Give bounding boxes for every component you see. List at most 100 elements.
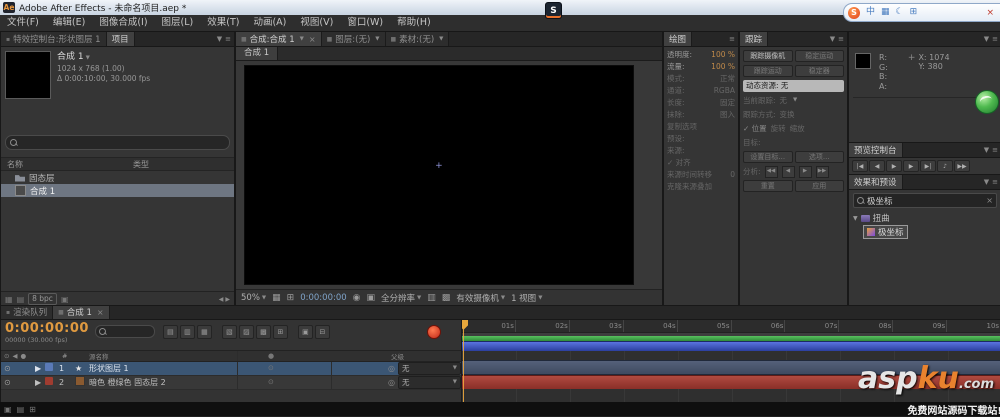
collapse-transforms-icon[interactable]: ⊟ <box>314 324 330 339</box>
effects-search-input[interactable]: 极坐标 × <box>853 193 997 208</box>
layer-color-chip[interactable] <box>45 377 53 386</box>
paint-property-row[interactable]: 长度: 固定 <box>664 97 738 109</box>
eye-icon[interactable]: ⊙ <box>4 364 11 373</box>
paint-property-row[interactable]: 来源: <box>664 145 738 157</box>
menu-item[interactable]: 图像合成(I) <box>92 15 154 31</box>
ime-logo-icon[interactable]: S <box>848 6 860 19</box>
resolution-select[interactable]: 全分辨率 ▼ <box>381 292 421 304</box>
table-row[interactable]: ⊙ ▶ 1 ★ 形状图层 1 ⊙ ◎ 无 ▼ <box>1 361 461 376</box>
current-time-display[interactable]: 0:00:00:00 <box>5 321 89 336</box>
column-type[interactable]: 类型 <box>133 159 149 170</box>
column-name[interactable]: 名称 <box>7 159 23 170</box>
panel-menu-icon[interactable]: ≡ <box>992 178 998 186</box>
panel-menu-icon[interactable]: ≡ <box>992 146 998 154</box>
close-icon[interactable]: × <box>97 308 104 317</box>
analyze-1-frame-backward-icon[interactable]: ◀ <box>781 165 795 178</box>
expand-layers-icon[interactable]: ▣ <box>297 324 313 339</box>
ime-keyboard-icon[interactable]: ▦ <box>881 4 890 21</box>
menu-item[interactable]: 文件(F) <box>0 15 46 31</box>
ime-night-icon[interactable]: ☾ <box>896 4 904 21</box>
panel-dropdown-icon[interactable]: ▼ <box>984 35 989 43</box>
rotation-checkbox[interactable]: 旋转 <box>771 123 786 134</box>
eye-icon[interactable]: ⊙ <box>4 378 11 387</box>
comp-name[interactable]: 合成 1 ▼ <box>57 51 150 64</box>
playhead[interactable] <box>462 319 468 403</box>
tab-viewer[interactable]: ■ 合成:合成 1 ▼ × <box>236 32 322 46</box>
apply-button[interactable]: 应用 <box>794 180 844 192</box>
options-button[interactable]: 选项... <box>794 151 844 163</box>
tab-effects-presets[interactable]: 效果和预设 <box>849 175 903 189</box>
paint-property-row[interactable]: 预设: <box>664 133 738 145</box>
grid-guides-icon[interactable]: ▦ <box>272 293 281 303</box>
effect-item-polar-coordinates[interactable]: 极坐标 <box>863 225 908 239</box>
panel-menu-icon[interactable]: ≡ <box>838 35 844 43</box>
paint-property-row[interactable]: 克隆来源叠加 <box>664 181 738 193</box>
close-icon[interactable]: × <box>986 8 994 18</box>
track-type-select[interactable]: 变换 <box>780 109 795 120</box>
layer-color-chip[interactable] <box>45 363 53 372</box>
paint-property-row[interactable]: ✓ 对齐 <box>664 157 738 169</box>
expander-icon[interactable]: ▶ <box>35 364 45 373</box>
table-row[interactable]: ⊙ ▶ 2 暗色 橙绿色 固态层 2 ⊙ ◎ 无 ▼ <box>1 375 461 390</box>
list-item[interactable]: 固态层 <box>1 171 234 184</box>
reset-button[interactable]: 重置 <box>743 180 793 192</box>
expand-in-out-icon[interactable]: ⊞ <box>29 405 36 414</box>
stabilize-motion-button[interactable]: 稳定运动 <box>794 50 844 62</box>
tab-viewer[interactable]: ■ 图层:(无) ▼ × <box>321 32 386 46</box>
pickwhip-icon[interactable]: ◎ <box>388 378 395 387</box>
region-of-interest-icon[interactable]: ▥ <box>427 293 436 303</box>
shy-layers-icon[interactable]: ▦ <box>196 324 212 339</box>
work-area-bar[interactable] <box>462 340 1000 351</box>
layer-name[interactable]: 形状图层 1 <box>89 363 237 374</box>
new-composition-icon[interactable]: ▣ <box>61 295 69 304</box>
paint-property-row[interactable]: 复制选项 <box>664 121 738 133</box>
transport-button[interactable]: |◀ <box>852 160 868 172</box>
menu-item[interactable]: 图层(L) <box>155 15 201 31</box>
paint-property-row[interactable]: 来源时间转移 0 <box>664 169 738 181</box>
ime-tray-icon[interactable]: S <box>545 2 562 19</box>
switch-icon[interactable]: ⊙ <box>268 364 274 372</box>
column-parent[interactable]: 父级 <box>331 351 461 361</box>
tab-render-queue[interactable]: ▪ 渲染队列 <box>1 306 54 319</box>
panel-dropdown-icon[interactable]: ▼ <box>830 35 835 43</box>
ime-toolbox-icon[interactable]: ⊞ <box>910 4 918 21</box>
track-motion-button[interactable]: 跟踪运动 <box>743 65 793 77</box>
comp-flowchart-tab[interactable]: 合成 1 <box>236 47 279 60</box>
clear-search-icon[interactable]: × <box>986 196 993 205</box>
close-icon[interactable]: × <box>309 35 316 44</box>
expander-icon[interactable]: ▶ <box>35 378 45 387</box>
time-ruler[interactable]: 01s 02s 03s 04s 05s 06s 07s 08s 09s 10s <box>462 319 1000 333</box>
menu-item[interactable]: 窗口(W) <box>340 15 390 31</box>
paint-property-row[interactable]: 通道: RGBA <box>664 85 738 97</box>
project-search-input[interactable] <box>5 135 230 150</box>
snapshot-icon[interactable]: ◉ <box>353 293 361 303</box>
panel-dropdown-icon[interactable]: ▼ <box>217 35 222 43</box>
tab-timeline-comp[interactable]: ■ 合成 1 × <box>53 306 110 319</box>
tab-viewer[interactable]: ■ 素材:(无) ▼ × <box>385 32 450 46</box>
comp-mini-flowchart-icon[interactable]: ▤ <box>162 324 178 339</box>
analyze-backward-icon[interactable]: ◀◀ <box>764 165 778 178</box>
edit-target-button[interactable]: 设置目标... <box>743 151 793 163</box>
panel-dropdown-icon[interactable]: ▼ <box>984 146 989 154</box>
menu-item[interactable]: 动画(A) <box>246 15 293 31</box>
interpret-footage-icon[interactable]: ▦ <box>5 295 13 304</box>
transport-button[interactable]: ▶| <box>920 160 936 172</box>
motion-source-select[interactable]: 动态资源: 无 <box>743 80 844 92</box>
tab-preview[interactable]: 预览控制台 <box>849 143 903 157</box>
transport-button[interactable]: ♪ <box>937 160 953 172</box>
transport-button[interactable]: ▶ <box>886 160 902 172</box>
menu-item[interactable]: 效果(T) <box>200 15 246 31</box>
menu-item[interactable]: 帮助(H) <box>390 15 438 31</box>
expand-layer-switches-icon[interactable]: ▣ <box>4 405 12 414</box>
scale-checkbox[interactable]: 缩放 <box>790 123 805 134</box>
current-track-select[interactable]: 无 <box>780 95 788 106</box>
expander-icon[interactable]: ▼ <box>853 215 858 222</box>
parent-select[interactable]: 无 ▼ <box>397 375 461 389</box>
project-column-headers[interactable]: 名称 类型 <box>1 157 234 171</box>
paint-property-row[interactable]: 抹除: 图入 <box>664 109 738 121</box>
view-layout-select[interactable]: 1 视图 ▼ <box>511 292 542 304</box>
tab-tracker[interactable]: 跟踪 <box>740 32 769 46</box>
analyze-forward-icon[interactable]: ▶▶ <box>815 165 829 178</box>
analyze-1-frame-forward-icon[interactable]: ▶ <box>798 165 812 178</box>
motion-blur-icon[interactable]: ▨ <box>238 324 254 339</box>
